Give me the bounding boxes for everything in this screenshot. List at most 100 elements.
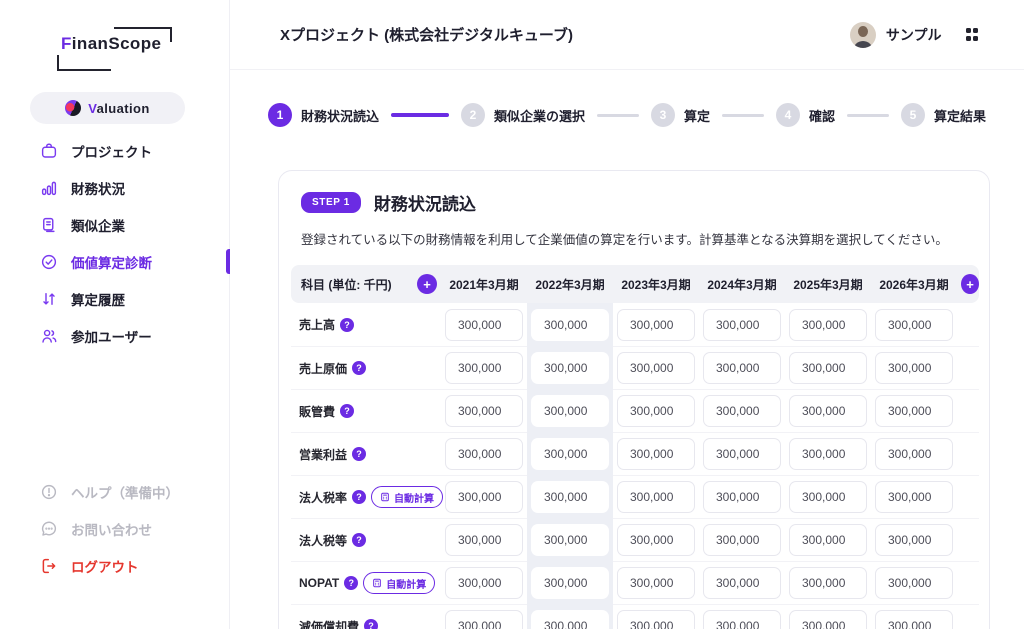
stepper-step-5[interactable]: 5算定結果: [901, 103, 986, 127]
value-input-r7-c1[interactable]: [531, 610, 609, 629]
help-icon[interactable]: ?: [344, 576, 358, 590]
value-input-r2-c5[interactable]: [875, 395, 953, 427]
step-label: 財務状況読込: [301, 106, 379, 125]
user-avatar[interactable]: [850, 22, 876, 48]
value-input-r7-c4[interactable]: [789, 610, 867, 629]
value-input-r5-c5[interactable]: [875, 524, 953, 556]
value-input-r5-c2[interactable]: [617, 524, 695, 556]
stepper-step-4[interactable]: 4確認: [776, 103, 835, 127]
value-input-r3-c0[interactable]: [445, 438, 523, 470]
row-label: 売上高?: [291, 316, 437, 333]
value-input-r7-c5[interactable]: [875, 610, 953, 629]
period-column-header-2[interactable]: 2023年3月期: [617, 276, 695, 293]
stepper-step-2[interactable]: 2類似企業の選択: [461, 103, 585, 127]
value-input-r5-c3[interactable]: [703, 524, 781, 556]
help-icon[interactable]: ?: [352, 447, 366, 461]
sidebar-item-footer-2[interactable]: ログアウト: [0, 547, 230, 584]
sidebar: FinanScope Valuation プロジェクト財務状況類似企業価値算定診…: [0, 0, 230, 629]
value-input-r5-c1[interactable]: [531, 524, 609, 556]
value-input-r1-c5[interactable]: [875, 352, 953, 384]
value-input-r6-c1[interactable]: [531, 567, 609, 599]
value-input-r1-c4[interactable]: [789, 352, 867, 384]
sidebar-item-footer-1[interactable]: お問い合わせ: [0, 510, 230, 547]
value-input-r6-c4[interactable]: [789, 567, 867, 599]
value-input-r7-c2[interactable]: [617, 610, 695, 629]
sidebar-item-5[interactable]: 参加ユーザー: [0, 317, 230, 354]
value-input-r2-c4[interactable]: [789, 395, 867, 427]
value-input-r4-c0[interactable]: [445, 481, 523, 513]
value-input-r2-c3[interactable]: [703, 395, 781, 427]
period-column-header-4[interactable]: 2025年3月期: [789, 276, 867, 293]
help-icon[interactable]: ?: [340, 318, 354, 332]
value-input-r4-c1[interactable]: [531, 481, 609, 513]
value-input-r3-c4[interactable]: [789, 438, 867, 470]
step-number: 1: [268, 103, 292, 127]
value-input-r4-c5[interactable]: [875, 481, 953, 513]
add-period-right-button[interactable]: +: [961, 274, 979, 294]
auto-calc-badge: 自動計算: [363, 572, 435, 594]
value-input-r0-c5[interactable]: [875, 309, 953, 341]
value-input-r1-c2[interactable]: [617, 352, 695, 384]
table-row: 売上高?: [291, 303, 979, 346]
item-header-label: 科目 (単位: 千円): [301, 276, 392, 293]
help-icon[interactable]: ?: [352, 361, 366, 375]
step-number: 3: [651, 103, 675, 127]
row-label: 減価償却費?: [291, 618, 437, 629]
row-label-text: 法人税率: [299, 489, 347, 506]
value-input-r3-c2[interactable]: [617, 438, 695, 470]
value-input-r4-c3[interactable]: [703, 481, 781, 513]
value-input-r2-c2[interactable]: [617, 395, 695, 427]
value-input-r2-c0[interactable]: [445, 395, 523, 427]
value-input-r2-c1[interactable]: [531, 395, 609, 427]
value-input-r6-c3[interactable]: [703, 567, 781, 599]
help-icon[interactable]: ?: [340, 404, 354, 418]
value-input-r3-c1[interactable]: [531, 438, 609, 470]
value-input-r4-c4[interactable]: [789, 481, 867, 513]
value-input-r1-c3[interactable]: [703, 352, 781, 384]
value-input-r0-c1[interactable]: [531, 309, 609, 341]
value-input-r6-c5[interactable]: [875, 567, 953, 599]
period-column-header-5[interactable]: 2026年3月期: [875, 276, 953, 293]
help-icon[interactable]: ?: [352, 533, 366, 547]
value-input-r3-c3[interactable]: [703, 438, 781, 470]
sidebar-item-1[interactable]: 財務状況: [0, 169, 230, 206]
table-header-row: 科目 (単位: 千円) + 2021年3月期 2022年3月期 2023年3月期 20…: [291, 265, 979, 303]
help-icon[interactable]: ?: [364, 619, 378, 629]
value-input-r0-c2[interactable]: [617, 309, 695, 341]
sidebar-item-label: 算定履歴: [71, 289, 125, 309]
sidebar-item-label: 財務状況: [71, 178, 125, 198]
value-input-r5-c0[interactable]: [445, 524, 523, 556]
value-cell: [445, 352, 523, 384]
stepper-step-1[interactable]: 1 財務状況読込: [268, 103, 379, 127]
step-number: 4: [776, 103, 800, 127]
row-label: 法人税率?自動計算: [291, 486, 437, 508]
sidebar-item-2[interactable]: 類似企業: [0, 206, 230, 243]
value-input-r6-c0[interactable]: [445, 567, 523, 599]
sidebar-item-4[interactable]: 算定履歴: [0, 280, 230, 317]
value-input-r1-c1[interactable]: [531, 352, 609, 384]
help-icon[interactable]: ?: [352, 490, 366, 504]
period-column-header-0[interactable]: 2021年3月期: [445, 276, 523, 293]
period-column-header-3[interactable]: 2024年3月期: [703, 276, 781, 293]
sidebar-item-0[interactable]: プロジェクト: [0, 132, 230, 169]
apps-grid-icon[interactable]: [966, 28, 979, 41]
value-cell: [445, 524, 523, 556]
value-input-r0-c3[interactable]: [703, 309, 781, 341]
value-input-r1-c0[interactable]: [445, 352, 523, 384]
sidebar-item-3[interactable]: 価値算定診断: [0, 243, 230, 280]
value-input-r7-c0[interactable]: [445, 610, 523, 629]
period-column-header-1[interactable]: 2022年3月期: [531, 276, 609, 293]
value-input-r0-c0[interactable]: [445, 309, 523, 341]
value-cell: [789, 352, 867, 384]
value-input-r6-c2[interactable]: [617, 567, 695, 599]
value-input-r4-c2[interactable]: [617, 481, 695, 513]
value-input-r3-c5[interactable]: [875, 438, 953, 470]
value-input-r7-c3[interactable]: [703, 610, 781, 629]
row-label-text: 売上高: [299, 316, 335, 333]
row-label-text: 減価償却費: [299, 618, 359, 629]
sidebar-item-footer-0[interactable]: ヘルプ（準備中）: [0, 473, 230, 510]
stepper-step-3[interactable]: 3算定: [651, 103, 710, 127]
add-period-left-button[interactable]: +: [417, 274, 437, 294]
value-input-r0-c4[interactable]: [789, 309, 867, 341]
value-input-r5-c4[interactable]: [789, 524, 867, 556]
